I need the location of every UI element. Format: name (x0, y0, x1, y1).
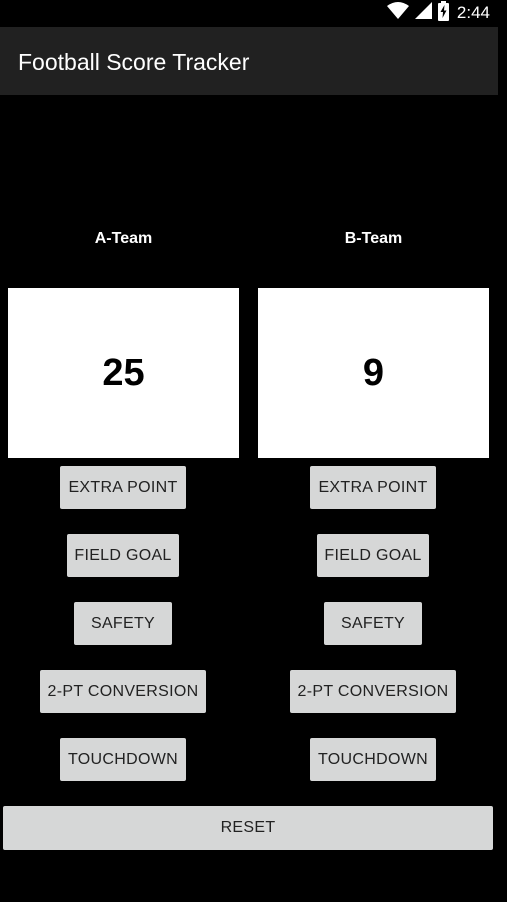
cell-signal-icon (414, 2, 432, 24)
app-title: Football Score Tracker (18, 49, 250, 75)
team-a-touchdown-button[interactable]: TOUCHDOWN (60, 738, 186, 781)
team-b-safety-button[interactable]: SAFETY (324, 602, 422, 645)
app-bar: Football Score Tracker (0, 27, 498, 95)
team-b-score: 9 (362, 351, 385, 394)
wifi-icon (386, 1, 409, 25)
team-a-score: 25 (102, 351, 145, 394)
status-icons: 2:44 (386, 0, 490, 26)
status-time: 2:44 (456, 3, 490, 22)
team-a-safety-button[interactable]: SAFETY (74, 602, 172, 645)
app-screen: 2:44 Football Score Tracker A-Team B-Tea… (0, 0, 507, 902)
team-a-score-box: 25 (8, 288, 239, 458)
team-b-score-box: 9 (258, 288, 489, 458)
team-b-extra-point-button[interactable]: EXTRA POINT (310, 466, 436, 509)
team-a-label: A-Team (94, 230, 153, 247)
team-a-extra-point-button[interactable]: EXTRA POINT (60, 466, 186, 509)
reset-button[interactable]: RESET (3, 806, 493, 850)
battery-charging-icon (437, 0, 449, 26)
status-bar: 2:44 (0, 0, 507, 27)
team-b-field-goal-button[interactable]: FIELD GOAL (317, 534, 429, 577)
team-a-field-goal-button[interactable]: FIELD GOAL (67, 534, 179, 577)
team-a-two-pt-conversion-button[interactable]: 2-PT CONVERSION (40, 670, 206, 713)
team-b-label: B-Team (344, 230, 403, 247)
team-b-two-pt-conversion-button[interactable]: 2-PT CONVERSION (290, 670, 456, 713)
team-b-touchdown-button[interactable]: TOUCHDOWN (310, 738, 436, 781)
